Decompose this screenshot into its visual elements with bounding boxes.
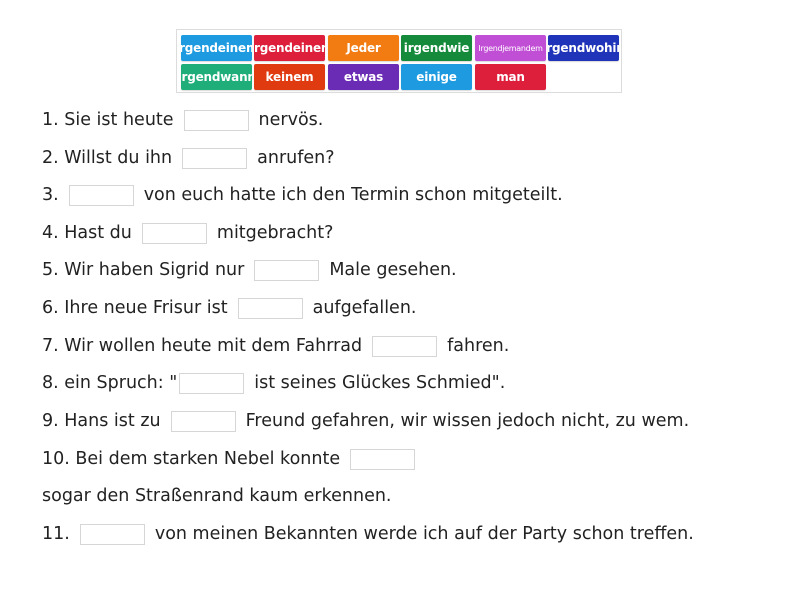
word-tile[interactable]: irgendwohin bbox=[548, 35, 619, 61]
sentence-text-before: 9. Hans ist zu bbox=[42, 411, 161, 431]
sentence-2: 2. Willst du ihn anrufen? bbox=[42, 146, 335, 170]
drop-zone-2[interactable] bbox=[182, 147, 248, 169]
sentence-text-before: 4. Hast du bbox=[42, 223, 132, 243]
word-tile[interactable]: Irgendwann bbox=[181, 64, 252, 90]
drop-zone-3[interactable] bbox=[68, 184, 134, 206]
sentence-text-after: ist seines Glückes Schmied". bbox=[254, 373, 506, 393]
drop-zone-7[interactable] bbox=[372, 335, 438, 357]
drop-zone-4[interactable] bbox=[141, 222, 207, 244]
sentence-text-before: 10. Bei dem starken Nebel konnte bbox=[42, 449, 341, 469]
word-tile[interactable]: Irgendeinen bbox=[254, 35, 325, 61]
sentence-text-continuation: sogar den Straßenrand kaum erkennen. bbox=[42, 486, 392, 506]
word-tile[interactable]: irgendwie bbox=[401, 35, 472, 61]
sentence-text-before: 7. Wir wollen heute mit dem Fahrrad bbox=[42, 336, 363, 356]
sentence-text-after: von euch hatte ich den Termin schon mitg… bbox=[143, 185, 563, 205]
sentence-8: 8. ein Spruch: " ist seines Glückes Schm… bbox=[42, 371, 505, 395]
drop-zone-11[interactable] bbox=[79, 523, 145, 545]
word-bank: Irgendeinem Irgendeinen Jeder irgendwie … bbox=[176, 29, 622, 93]
word-tile[interactable]: einige bbox=[401, 64, 472, 90]
sentence-text-before: 11. bbox=[42, 524, 70, 544]
sentence-text-before: 1. Sie ist heute bbox=[42, 110, 174, 130]
word-tile[interactable]: man bbox=[475, 64, 546, 90]
sentence-9: 9. Hans ist zu Freund gefahren, wir wiss… bbox=[42, 409, 689, 433]
sentence-4: 4. Hast du mitgebracht? bbox=[42, 221, 333, 245]
sentence-7: 7. Wir wollen heute mit dem Fahrrad fahr… bbox=[42, 334, 509, 358]
sentence-text-after: aufgefallen. bbox=[312, 298, 417, 318]
word-tile[interactable]: etwas bbox=[328, 64, 399, 90]
sentence-text-after: Male gesehen. bbox=[329, 260, 457, 280]
sentence-1: 1. Sie ist heute nervös. bbox=[42, 108, 323, 132]
sentence-text-before: 3. bbox=[42, 185, 59, 205]
sentence-text-after: anrufen? bbox=[257, 148, 335, 168]
word-tile[interactable]: Irgendeinem bbox=[181, 35, 252, 61]
sentence-11: 11. von meinen Bekannten werde ich auf d… bbox=[42, 522, 694, 546]
sentence-text-after: mitgebracht? bbox=[216, 223, 334, 243]
drop-zone-8[interactable] bbox=[179, 372, 245, 394]
sentence-text-after: Freund gefahren, wir wissen jedoch nicht… bbox=[245, 411, 690, 431]
drop-zone-9[interactable] bbox=[170, 410, 236, 432]
sentence-text-before: 6. Ihre neue Frisur ist bbox=[42, 298, 228, 318]
drop-zone-10[interactable] bbox=[350, 448, 416, 470]
sentence-text-before: 5. Wir haben Sigrid nur bbox=[42, 260, 245, 280]
drop-zone-1[interactable] bbox=[183, 109, 249, 131]
sentence-10-continuation: sogar den Straßenrand kaum erkennen. bbox=[42, 484, 392, 508]
drop-zone-5[interactable] bbox=[254, 259, 320, 281]
sentence-6: 6. Ihre neue Frisur ist aufgefallen. bbox=[42, 296, 416, 320]
sentence-text-before: 8. ein Spruch: " bbox=[42, 373, 178, 393]
word-tile[interactable]: keinem bbox=[254, 64, 325, 90]
drop-zone-6[interactable] bbox=[237, 297, 303, 319]
sentence-5: 5. Wir haben Sigrid nur Male gesehen. bbox=[42, 258, 457, 282]
word-tile[interactable]: Jeder bbox=[328, 35, 399, 61]
sentence-text-after: von meinen Bekannten werde ich auf der P… bbox=[154, 524, 694, 544]
sentence-text-before: 2. Willst du ihn bbox=[42, 148, 173, 168]
sentence-3: 3. von euch hatte ich den Termin schon m… bbox=[42, 183, 563, 207]
sentence-text-after: nervös. bbox=[258, 110, 324, 130]
sentence-10: 10. Bei dem starken Nebel konnte bbox=[42, 447, 425, 471]
sentence-text-after: fahren. bbox=[447, 336, 510, 356]
word-tile[interactable]: Irgendjemandem bbox=[475, 35, 546, 61]
